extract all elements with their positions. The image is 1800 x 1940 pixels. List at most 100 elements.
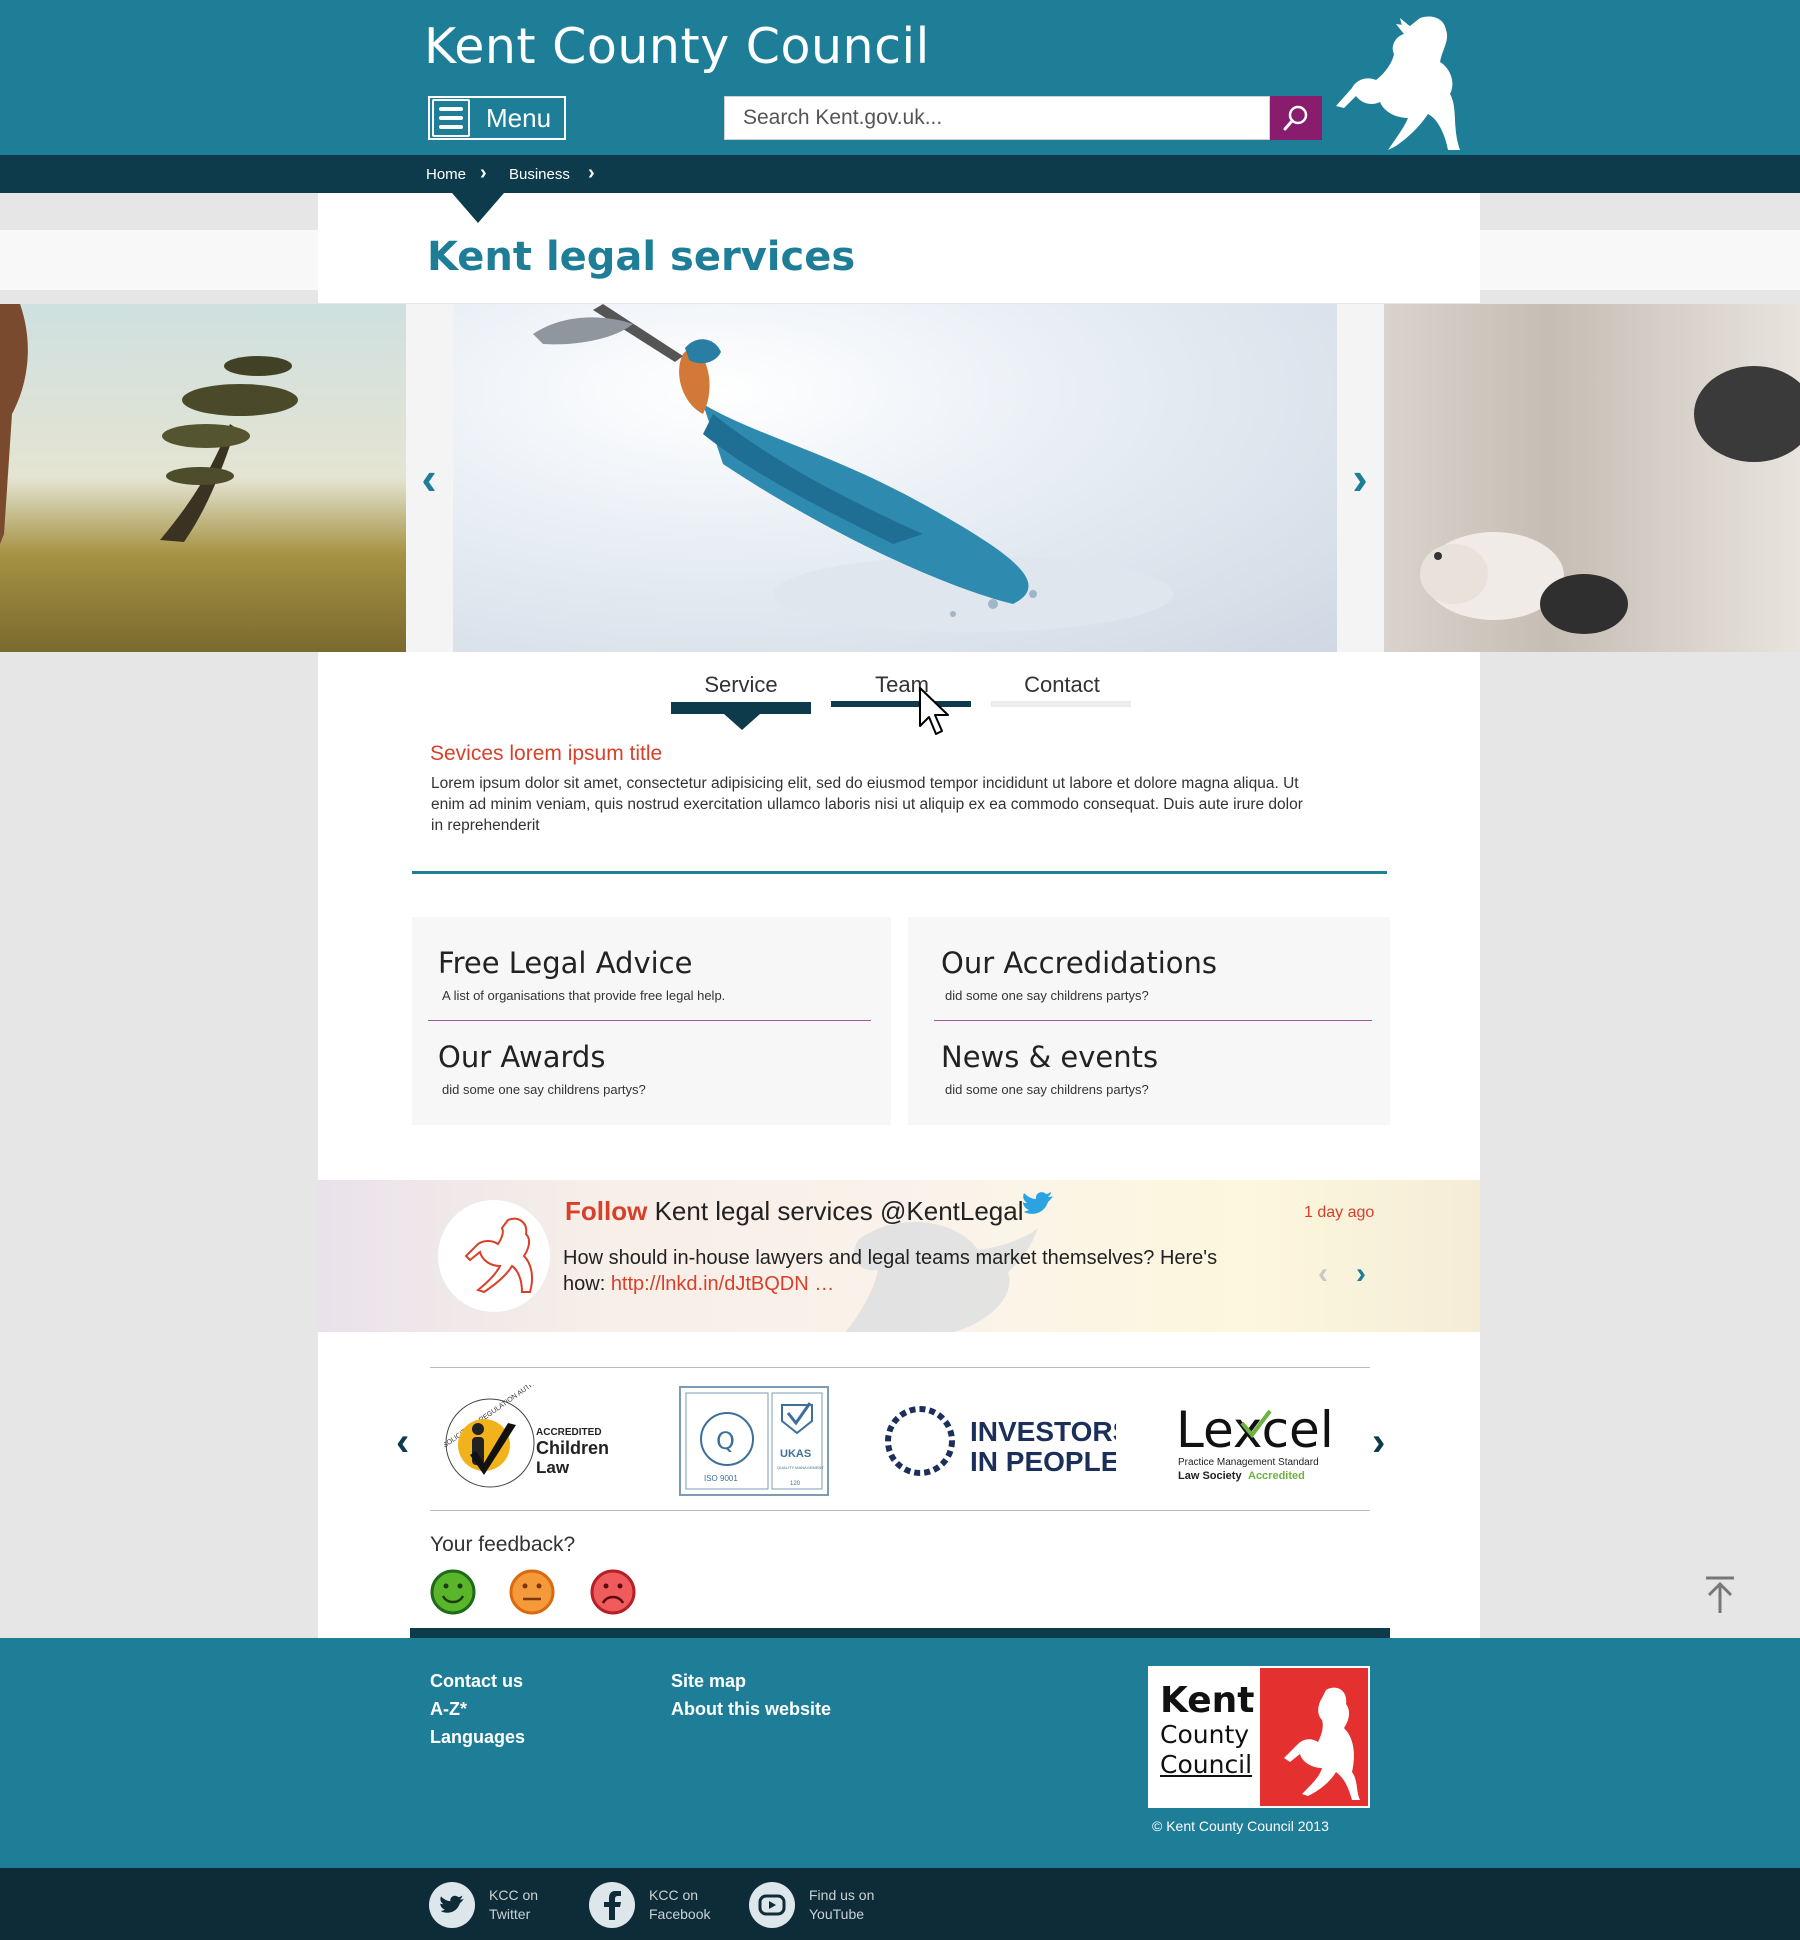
kingfisher-image [533,304,1173,632]
panel-subtext: did some one say childrens partys? [945,988,1149,1003]
kcc-logo-word: County [1160,1720,1250,1749]
neutral-face-icon[interactable] [508,1568,556,1616]
twitter-icon [429,1882,475,1928]
tweet-prev-button[interactable]: ‹ [1318,1257,1328,1291]
white-horse-icon [1284,1687,1360,1800]
breadcrumb-home[interactable]: Home [426,166,466,183]
twitter-account: Kent legal services @KentLegal [654,1196,1024,1226]
tweet-next-button[interactable]: › [1356,1257,1366,1291]
lexcel-badge: Lexcel Practice Management Standard Law … [1176,1401,1334,1482]
social-line: KCC on [649,1887,699,1903]
tab-service-indicator [671,702,811,714]
panel-heading: Our Awards [438,1040,606,1074]
svg-text:IN PEOPLE: IN PEOPLE [970,1446,1116,1477]
footer-contact-us-link[interactable]: Contact us [430,1671,523,1692]
news-events-link[interactable]: News & events did some one say childrens… [941,1040,1158,1097]
hero-carousel: ‹ › [0,304,1800,652]
logos-prev-button[interactable]: ‹ [396,1420,409,1465]
page-title: Kent legal services [427,234,856,280]
svg-text:UKAS: UKAS [780,1448,811,1460]
lexcel-logo[interactable]: Lexcel Practice Management Standard Law … [1172,1385,1348,1497]
our-accreditations-link[interactable]: Our Accredidations did some one say chil… [941,946,1217,1003]
panel-subtext: did some one say childrens partys? [945,1082,1149,1097]
carousel-slide-mouse[interactable] [1384,304,1800,652]
tab-contact-indicator [991,701,1131,707]
kent-horse-logo [1336,16,1460,150]
carousel-slide-tree[interactable] [0,304,406,652]
tweet-timestamp: 1 day ago [1304,1204,1375,1221]
site-header: Kent County Council Menu Search Kent.gov… [0,0,1800,155]
panel-heading: Our Accredidations [941,946,1217,980]
breadcrumb: Home › Business › [0,155,1800,193]
free-legal-advice-link[interactable]: Free Legal Advice A list of organisation… [438,946,725,1003]
twitter-follow-line[interactable]: Follow Kent legal services @KentLegal [565,1196,1024,1227]
iso-ukas-logo[interactable]: Q ISO 9001 UKAS QUALITY MANAGEMENT 120 [678,1385,830,1497]
svg-text:ACCREDITED: ACCREDITED [536,1427,602,1438]
site-title[interactable]: Kent County Council [424,18,930,75]
sad-face-icon[interactable] [589,1568,637,1616]
section-divider [412,871,1387,874]
svg-text:Accredited: Accredited [1248,1470,1305,1482]
kcc-logo-word: Council [1160,1750,1253,1779]
footer-languages-link[interactable]: Languages [430,1727,525,1748]
tab-service[interactable]: Service [671,672,811,698]
copyright-text: © Kent County Council 2013 [1152,1818,1329,1834]
social-line: Find us on [809,1887,875,1903]
svg-text:120: 120 [790,1481,801,1487]
menu-button-label: Menu [486,102,552,133]
tab-active-notch [724,714,760,730]
investors-in-people-logo[interactable]: INVESTORS IN PEOPLE [884,1385,1131,1497]
svg-text:Law Society: Law Society [1178,1470,1242,1482]
happy-face-icon[interactable] [429,1568,477,1616]
tree-image [0,304,298,544]
children-law-logo[interactable]: SOLICITORS REGULATION AUTHORITY ACCREDIT… [442,1368,620,1497]
footer-top-bar [410,1628,1390,1638]
service-body: Lorem ipsum dolor sit amet, consectetur … [431,775,1303,834]
mouse-cursor-icon [919,687,949,735]
iso-ukas-badge: Q ISO 9001 UKAS QUALITY MANAGEMENT 120 [679,1386,829,1496]
youtube-icon [749,1882,795,1928]
social-youtube-link[interactable]: Find us on YouTube [749,1882,874,1928]
kcc-footer-logo[interactable]: Kent County Council [1148,1666,1370,1808]
social-facebook-link[interactable]: KCC on Facebook [589,1882,710,1928]
back-to-top-icon[interactable] [1700,1575,1740,1615]
svg-text:Children: Children [536,1438,609,1458]
svg-text:ISO 9001: ISO 9001 [704,1474,738,1483]
breadcrumb-business[interactable]: Business [509,166,570,183]
social-line: Facebook [649,1906,711,1922]
iip-badge: INVESTORS IN PEOPLE [885,1406,1131,1477]
social-bar [0,1868,1800,1940]
menu-button[interactable]: Menu [428,96,566,140]
tweet-link[interactable]: http://lnkd.in/dJtBQDN [611,1273,809,1295]
social-line: Twitter [489,1906,531,1922]
tweet-ellipsis: … [814,1273,835,1295]
social-twitter-link[interactable]: KCC on Twitter [429,1882,538,1928]
footer-a-z-link[interactable]: A-Z* [430,1699,467,1720]
svg-text:Practice Management Standard: Practice Management Standard [1178,1457,1319,1468]
svg-text:QUALITY MANAGEMENT: QUALITY MANAGEMENT [777,1465,824,1470]
chevron-right-icon: › [588,162,595,184]
panel-divider [934,1020,1372,1021]
site-footer [0,1638,1800,1868]
carousel-slide-kingfisher[interactable] [453,304,1337,652]
chevron-right-icon: › [480,162,487,184]
svg-text:Law: Law [536,1458,570,1477]
our-awards-link[interactable]: Our Awards did some one say childrens pa… [438,1040,646,1097]
children-law-badge: SOLICITORS REGULATION AUTHORITY ACCREDIT… [442,1368,609,1488]
logos-next-button[interactable]: › [1372,1420,1385,1465]
kcc-logo-horse-panel [1260,1668,1368,1806]
carousel-next-button[interactable]: › [1337,452,1383,504]
footer-about-link[interactable]: About this website [671,1699,831,1720]
svg-text:Q: Q [716,1427,735,1455]
tab-contact[interactable]: Contact [992,672,1132,698]
kcc-logo-word: Kent [1160,1680,1255,1721]
svg-text:INVESTORS: INVESTORS [970,1416,1116,1447]
kent-legal-avatar[interactable] [438,1200,550,1312]
service-title: Sevices lorem ipsum title [430,742,663,765]
footer-site-map-link[interactable]: Site map [671,1671,746,1692]
search-placeholder: Search Kent.gov.uk... [743,106,943,129]
carousel-prev-button[interactable]: ‹ [406,452,452,504]
feedback-title: Your feedback? [430,1533,576,1556]
hamburger-icon [432,99,470,137]
search-input[interactable]: Search Kent.gov.uk... [724,96,1270,140]
